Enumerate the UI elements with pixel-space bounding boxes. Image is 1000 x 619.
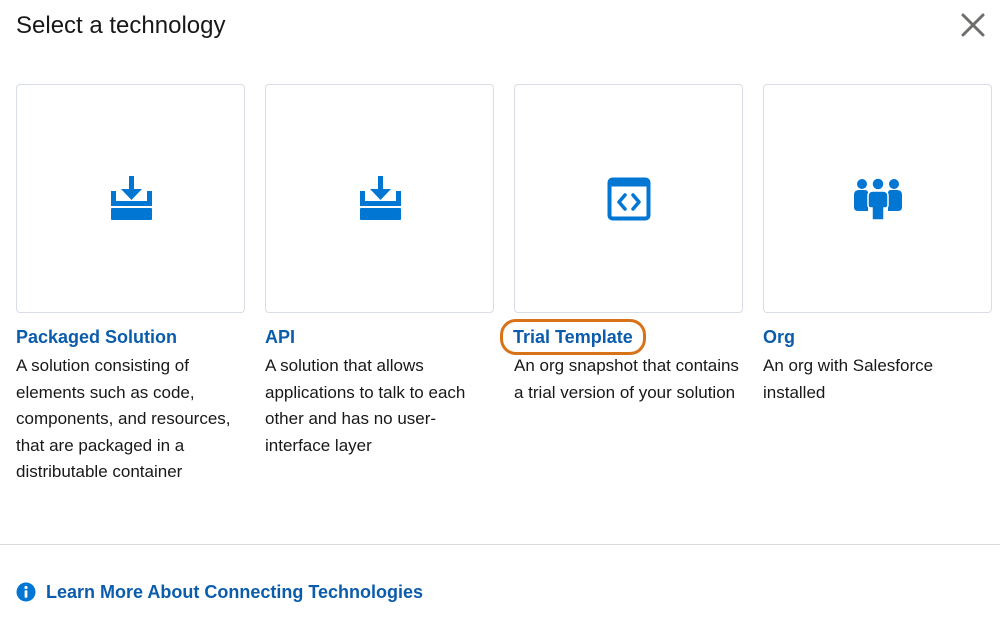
- card-title-api[interactable]: API: [265, 325, 295, 349]
- learn-more-label: Learn More About Connecting Technologies: [46, 582, 424, 602]
- card-title-packaged-solution[interactable]: Packaged Solution: [16, 325, 177, 349]
- card-description-org: An org with Salesforce installed: [763, 356, 934, 402]
- learn-more-link[interactable]: Learn More About Connecting Technologies: [16, 580, 423, 604]
- info-icon: [16, 582, 36, 602]
- select-technology-modal: Select a technology Packaged Solution A …: [0, 0, 1000, 619]
- card-packaged-solution: Packaged Solution A solution consisting …: [16, 84, 245, 486]
- people-group-icon: [853, 176, 902, 221]
- card-description-trial-template: An org snapshot that contains a trial ve…: [514, 356, 739, 402]
- footer-divider: [0, 544, 1000, 545]
- card-tile-packaged-solution[interactable]: [16, 84, 245, 313]
- card-title-org[interactable]: Org: [763, 325, 795, 349]
- modal-title: Select a technology: [16, 12, 226, 39]
- card-tile-org[interactable]: [763, 84, 992, 313]
- card-org: Org An org with Salesforce installed: [763, 84, 992, 406]
- close-button[interactable]: [958, 10, 988, 40]
- card-api: API A solution that allows applications …: [265, 84, 494, 459]
- card-description-api: A solution that allows applications to t…: [265, 356, 466, 455]
- card-tile-api[interactable]: [265, 84, 494, 313]
- download-tray-icon: [359, 175, 401, 220]
- download-tray-icon: [110, 175, 152, 220]
- card-trial-template: Trial Template An org snapshot that cont…: [500, 84, 743, 406]
- card-description-packaged-solution: A solution consisting of elements such a…: [16, 356, 231, 481]
- card-title-trial-template[interactable]: Trial Template: [500, 319, 646, 355]
- code-window-icon: [607, 177, 650, 220]
- technology-cards: Packaged Solution A solution consisting …: [16, 84, 992, 524]
- close-icon: [961, 13, 985, 37]
- card-tile-trial-template[interactable]: [514, 84, 743, 313]
